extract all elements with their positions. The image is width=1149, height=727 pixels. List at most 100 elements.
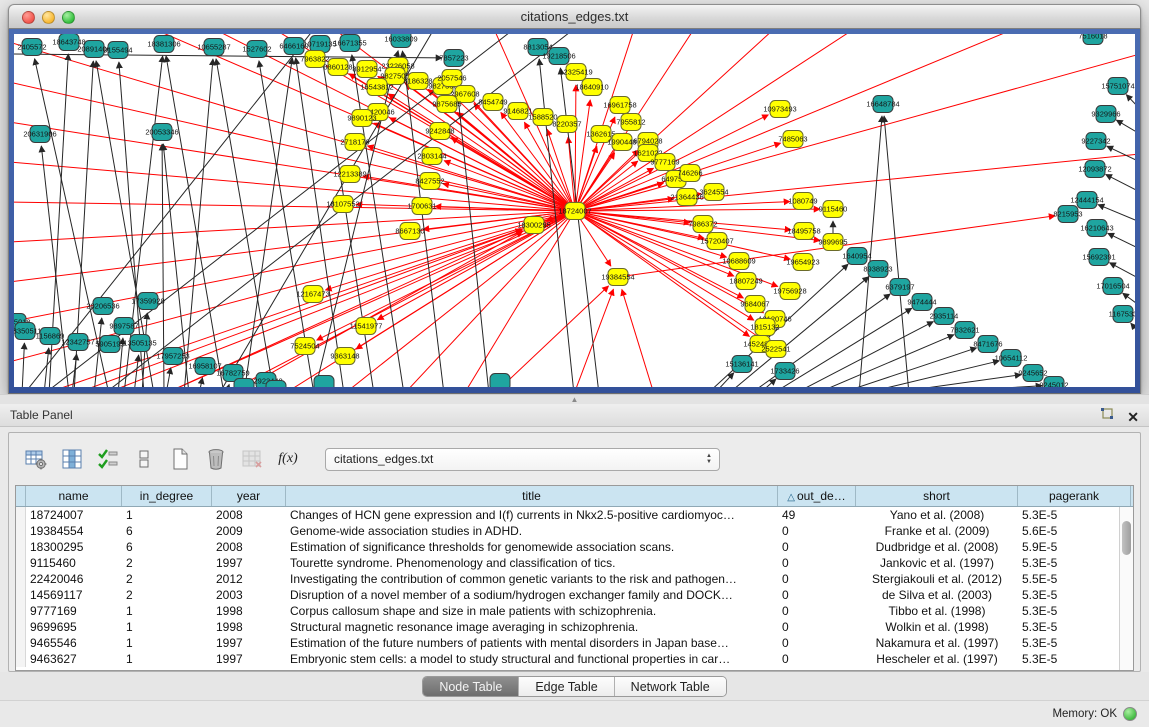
- cell-name[interactable]: 18300295: [26, 539, 122, 555]
- graph-node-teal[interactable]: 9897587: [109, 318, 138, 335]
- table-selector-dropdown[interactable]: citations_edges.txt▲▼: [325, 448, 720, 471]
- cell-short[interactable]: de Silva et al. (2003): [856, 587, 1018, 603]
- cell-rowhdr[interactable]: [16, 555, 26, 571]
- window-titlebar[interactable]: citations_edges.txt: [8, 4, 1141, 29]
- graph-node-teal[interactable]: 1733426: [770, 363, 799, 380]
- graph-node-teal[interactable]: 20631906: [23, 126, 56, 143]
- graph-node-teal[interactable]: 15136141: [725, 356, 758, 373]
- cell-pagerank[interactable]: 5.5E-5: [1018, 571, 1131, 587]
- cell-in_degree[interactable]: 1: [122, 507, 212, 523]
- cell-in_degree[interactable]: 1: [122, 603, 212, 619]
- cell-name[interactable]: 9115460: [26, 555, 122, 571]
- graph-node-yellow[interactable]: 19756928: [773, 283, 806, 300]
- cell-in_degree[interactable]: 6: [122, 539, 212, 555]
- graph-node-teal[interactable]: 9227342: [1081, 133, 1110, 150]
- cell-year[interactable]: 1998: [212, 619, 286, 635]
- column-header-name[interactable]: name: [26, 486, 122, 506]
- float-panel-icon[interactable]: [1100, 407, 1115, 427]
- cell-title[interactable]: Embryonic stem cells: a model to study s…: [286, 651, 778, 667]
- graph-node-teal[interactable]: [234, 379, 254, 388]
- scrollbar-thumb[interactable]: [1122, 521, 1131, 555]
- table-row[interactable]: 977716911998Corpus callosum shape and si…: [16, 603, 1133, 619]
- cell-title[interactable]: Disruption of a novel member of a sodium…: [286, 587, 778, 603]
- column-header-in_degree[interactable]: in_degree: [122, 486, 212, 506]
- graph-node-teal[interactable]: 9245012: [1039, 377, 1068, 388]
- tab-edge-table[interactable]: Edge Table: [519, 677, 614, 696]
- graph-node-teal[interactable]: 10654112: [995, 350, 1028, 367]
- graph-node-yellow[interactable]: 18107552: [326, 196, 359, 213]
- cell-out_degree[interactable]: 0: [778, 587, 856, 603]
- graph-node-teal[interactable]: 17016504: [1096, 278, 1129, 295]
- cell-name[interactable]: 9777169: [26, 603, 122, 619]
- graph-node-yellow[interactable]: 9684067: [740, 296, 769, 313]
- cell-short[interactable]: Yano et al. (2008): [856, 507, 1018, 523]
- graph-node-yellow[interactable]: 18640910: [575, 79, 608, 96]
- graph-node-teal[interactable]: 1527602: [242, 41, 271, 58]
- cell-rowhdr[interactable]: [16, 523, 26, 539]
- table-row[interactable]: 1830029562008Estimation of significance …: [16, 539, 1133, 555]
- graph-node-yellow[interactable]: 7524504: [290, 338, 319, 355]
- cell-title[interactable]: Estimation of significance thresholds fo…: [286, 539, 778, 555]
- graph-node-yellow[interactable]: 12213389: [333, 166, 366, 183]
- column-header-pagerank[interactable]: pagerank: [1018, 486, 1131, 506]
- row-toggle-icon[interactable]: [131, 446, 157, 472]
- cell-out_degree[interactable]: 0: [778, 651, 856, 667]
- graph-node-teal[interactable]: 20206536: [86, 298, 119, 315]
- cell-short[interactable]: Wolkin et al. (1998): [856, 619, 1018, 635]
- cell-out_degree[interactable]: 0: [778, 619, 856, 635]
- table-row[interactable]: 946362711997Embryonic stem cells: a mode…: [16, 651, 1133, 667]
- table-row[interactable]: 911546021997Tourette syndrome. Phenomeno…: [16, 555, 1133, 571]
- graph-node-teal[interactable]: 7857223: [439, 50, 468, 67]
- graph-node-teal[interactable]: 20053346: [145, 124, 178, 141]
- table-settings-icon[interactable]: [23, 446, 49, 472]
- cell-rowhdr[interactable]: [16, 635, 26, 651]
- column-checklist-icon[interactable]: [95, 446, 121, 472]
- cell-title[interactable]: Corpus callosum shape and size in male p…: [286, 603, 778, 619]
- graph-node-yellow[interactable]: 18807249: [729, 273, 762, 290]
- panel-splitter[interactable]: ▲: [0, 394, 1149, 404]
- cell-year[interactable]: 1997: [212, 651, 286, 667]
- graph-node-yellow[interactable]: 11541977: [350, 318, 383, 335]
- cell-out_degree[interactable]: 0: [778, 603, 856, 619]
- cell-rowhdr[interactable]: [16, 539, 26, 555]
- cell-pagerank[interactable]: 5.3E-5: [1018, 587, 1131, 603]
- graph-node-yellow[interactable]: 1700631: [407, 198, 436, 215]
- cell-rowhdr[interactable]: [16, 619, 26, 635]
- cell-name[interactable]: 9465546: [26, 635, 122, 651]
- graph-node-teal[interactable]: 1640954: [842, 248, 871, 265]
- cell-out_degree[interactable]: 0: [778, 523, 856, 539]
- cell-year[interactable]: 1997: [212, 555, 286, 571]
- cell-year[interactable]: 1997: [212, 635, 286, 651]
- cell-title[interactable]: Tourette syndrome. Phenomenology and cla…: [286, 555, 778, 571]
- cell-year[interactable]: 1998: [212, 603, 286, 619]
- graph-node-teal[interactable]: 13505135: [123, 335, 156, 352]
- graph-node-teal[interactable]: 8471676: [973, 336, 1002, 353]
- graph-node-yellow[interactable]: 746266: [677, 165, 702, 182]
- cell-rowhdr[interactable]: [16, 651, 26, 667]
- graph-node-yellow[interactable]: 12167473: [296, 286, 329, 303]
- graph-node-yellow[interactable]: 12325419: [559, 64, 592, 81]
- graph-node-teal[interactable]: 1167533: [1109, 306, 1135, 323]
- delete-trash-icon[interactable]: [203, 446, 229, 472]
- network-canvas[interactable]: 2405572208914061838130610655287152760264…: [14, 34, 1135, 387]
- graph-node-teal[interactable]: [314, 376, 334, 388]
- cell-name[interactable]: 22420046: [26, 571, 122, 587]
- cell-rowhdr[interactable]: [16, 571, 26, 587]
- cell-name[interactable]: 19384554: [26, 523, 122, 539]
- cell-short[interactable]: Jankovic et al. (1997): [856, 555, 1018, 571]
- cell-pagerank[interactable]: 5.3E-5: [1018, 619, 1131, 635]
- cell-year[interactable]: 2003: [212, 587, 286, 603]
- graph-node-teal[interactable]: 9474444: [907, 294, 936, 311]
- column-header-rowhdr[interactable]: [16, 486, 26, 506]
- cell-out_degree[interactable]: 0: [778, 571, 856, 587]
- graph-node-teal[interactable]: 16033809: [384, 34, 417, 48]
- graph-node-yellow[interactable]: 10688609: [722, 253, 755, 270]
- graph-node-teal[interactable]: 2935114: [930, 308, 959, 325]
- table-row[interactable]: 946554611997Estimation of the future num…: [16, 635, 1133, 651]
- graph-node-teal[interactable]: 12342757: [61, 334, 94, 351]
- cell-in_degree[interactable]: 1: [122, 635, 212, 651]
- cell-pagerank[interactable]: 5.9E-5: [1018, 539, 1131, 555]
- cell-rowhdr[interactable]: [16, 587, 26, 603]
- graph-node-teal[interactable]: 6379197: [885, 279, 914, 296]
- cell-pagerank[interactable]: 5.3E-5: [1018, 507, 1131, 523]
